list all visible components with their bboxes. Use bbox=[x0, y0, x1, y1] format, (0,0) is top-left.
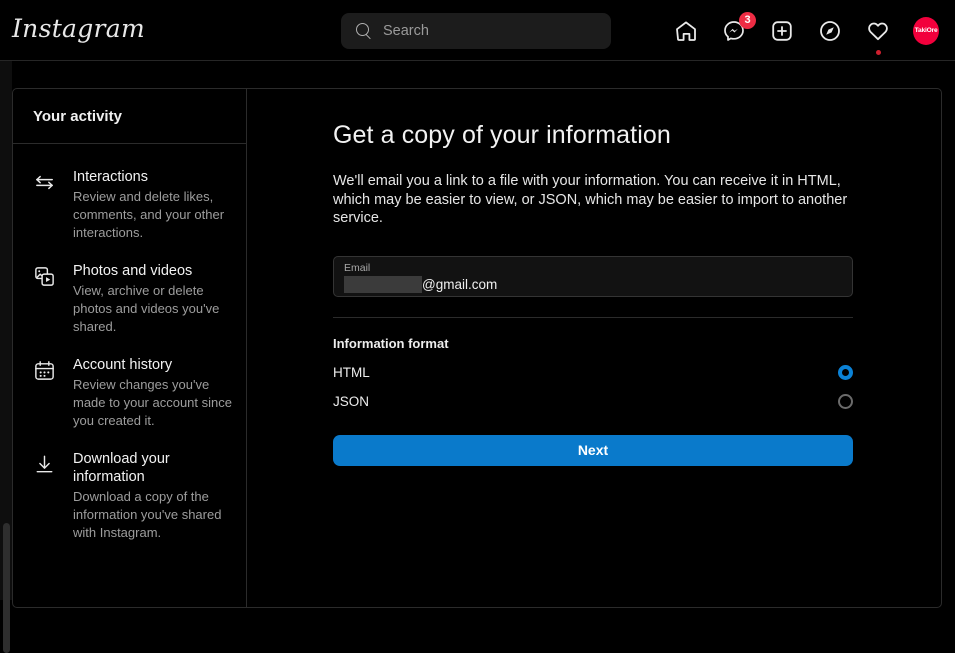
sidebar-list: Interactions Review and delete likes, co… bbox=[13, 144, 246, 552]
scrollbar-thumb[interactable] bbox=[3, 523, 10, 653]
sidebar-title: Your activity bbox=[33, 108, 122, 125]
sidebar-item-desc: View, archive or delete photos and video… bbox=[73, 282, 232, 336]
top-navigation-bar: Instagram Search 3 bbox=[0, 0, 955, 61]
email-field-label: Email bbox=[344, 262, 370, 274]
nav-icon-group: 3 bbox=[673, 0, 947, 61]
page-scrollbar[interactable] bbox=[0, 61, 12, 600]
create-button[interactable] bbox=[769, 18, 795, 44]
page-title: Get a copy of your information bbox=[333, 121, 941, 150]
sidebar-item-account-history[interactable]: Account history Review changes you've ma… bbox=[13, 346, 246, 440]
next-button[interactable]: Next bbox=[333, 435, 853, 466]
redacted-email-block bbox=[344, 276, 422, 293]
sidebar: Your activity Interactions Review and de… bbox=[13, 89, 247, 607]
messenger-badge: 3 bbox=[739, 12, 756, 29]
sidebar-header: Your activity bbox=[13, 89, 246, 144]
sidebar-item-label: Account history bbox=[73, 356, 232, 374]
heart-icon bbox=[866, 19, 890, 43]
messenger-button[interactable]: 3 bbox=[721, 18, 747, 44]
page-description: We'll email you a link to a file with yo… bbox=[333, 172, 848, 228]
sidebar-item-desc: Review and delete likes, comments, and y… bbox=[73, 188, 232, 242]
sidebar-item-photos-and-videos[interactable]: Photos and videos View, archive or delet… bbox=[13, 252, 246, 346]
format-option-html[interactable]: HTML bbox=[333, 365, 853, 380]
search-icon bbox=[356, 23, 372, 39]
radio-json[interactable] bbox=[838, 394, 853, 409]
instagram-logo[interactable]: Instagram bbox=[12, 14, 145, 43]
home-icon bbox=[674, 19, 698, 43]
search-input[interactable]: Search bbox=[341, 13, 611, 49]
sidebar-item-label: Download your information bbox=[73, 450, 232, 486]
email-domain: @gmail.com bbox=[422, 277, 497, 292]
compass-icon bbox=[818, 19, 842, 43]
sidebar-item-label: Interactions bbox=[73, 168, 232, 186]
format-option-json[interactable]: JSON bbox=[333, 394, 853, 409]
radio-html[interactable] bbox=[838, 365, 853, 380]
content-area: Get a copy of your information We'll ema… bbox=[247, 89, 941, 607]
notifications-button[interactable] bbox=[865, 18, 891, 44]
sidebar-item-interactions[interactable]: Interactions Review and delete likes, co… bbox=[13, 158, 246, 252]
sidebar-item-desc: Download a copy of the information you'v… bbox=[73, 488, 232, 542]
activity-panel: Your activity Interactions Review and de… bbox=[12, 88, 942, 608]
plus-square-icon bbox=[770, 19, 794, 43]
arrows-exchange-icon bbox=[31, 168, 57, 242]
home-button[interactable] bbox=[673, 18, 699, 44]
search-placeholder: Search bbox=[383, 23, 429, 39]
download-icon bbox=[31, 450, 57, 542]
sidebar-item-download-your-information[interactable]: Download your information Download a cop… bbox=[13, 440, 246, 552]
format-option-label: HTML bbox=[333, 365, 370, 380]
profile-button[interactable]: TakiOre bbox=[913, 18, 939, 44]
email-field-value: @gmail.com bbox=[344, 276, 497, 293]
format-option-label: JSON bbox=[333, 394, 369, 409]
email-field[interactable]: Email @gmail.com bbox=[333, 256, 853, 297]
photos-videos-icon bbox=[31, 262, 57, 336]
avatar: TakiOre bbox=[913, 17, 939, 45]
avatar-label: TakiOre bbox=[915, 27, 938, 34]
calendar-icon bbox=[31, 356, 57, 430]
sidebar-item-desc: Review changes you've made to your accou… bbox=[73, 376, 232, 430]
explore-button[interactable] bbox=[817, 18, 843, 44]
sidebar-item-label: Photos and videos bbox=[73, 262, 232, 280]
information-format-title: Information format bbox=[333, 336, 941, 351]
section-divider bbox=[333, 317, 853, 318]
notification-dot bbox=[876, 50, 881, 55]
